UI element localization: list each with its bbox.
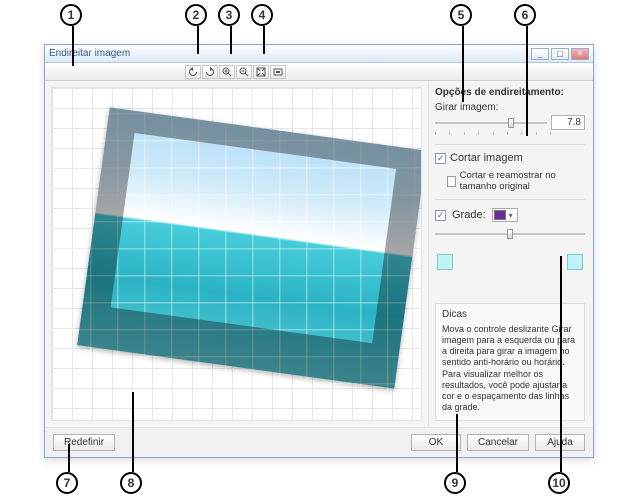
preview-area[interactable] <box>45 81 428 427</box>
actual-size-button[interactable] <box>270 65 286 79</box>
callout-7: 7 <box>56 472 78 494</box>
zoom-in-button[interactable] <box>219 65 235 79</box>
callout-leader <box>462 26 464 102</box>
callout-leader <box>72 26 74 66</box>
grid-spacing-slider[interactable] <box>435 228 585 240</box>
rotate-right-icon <box>205 67 215 77</box>
crop-label: Cortar imagem <box>450 152 523 164</box>
callout-10: 10 <box>548 472 570 494</box>
color-swatch-icon <box>494 210 506 220</box>
cancel-button[interactable]: Cancelar <box>467 434 529 451</box>
rotate-value[interactable]: 7.8 <box>551 115 585 130</box>
dialog-footer: Redefinir OK Cancelar Ajuda <box>45 427 593 457</box>
tips-body: Mova o controle deslizante Girar imagem … <box>442 324 578 414</box>
image-preview <box>77 107 422 388</box>
zoom-out-button[interactable] <box>236 65 252 79</box>
titlebar[interactable]: Endireitar imagem _ ▢ ✕ <box>45 45 593 63</box>
grid-dark-swatch[interactable] <box>567 254 583 270</box>
rotate-slider[interactable] <box>435 117 547 129</box>
options-panel: Opções de endireitamento: Girar imagem: … <box>428 81 593 427</box>
dialog-title: Endireitar imagem <box>49 48 531 59</box>
straighten-grid-overlay <box>51 87 422 410</box>
grid-color-dropdown[interactable]: ▾ <box>492 208 518 222</box>
grid-label: Grade: <box>452 209 486 221</box>
grid-light-swatch[interactable] <box>437 254 453 270</box>
toolbar <box>45 63 593 81</box>
rotate-left-button[interactable] <box>185 65 201 79</box>
callout-leader <box>132 392 134 472</box>
callout-leader <box>456 414 458 472</box>
callout-leader <box>560 256 562 472</box>
callout-3: 3 <box>218 4 240 26</box>
rotate-label: Girar imagem: <box>435 102 585 113</box>
zoom-in-icon <box>222 67 232 77</box>
grid-checkbox[interactable] <box>435 210 446 221</box>
callout-leader <box>526 26 528 136</box>
tips-panel: Dicas Mova o controle deslizante Girar i… <box>435 303 585 421</box>
canvas-grid <box>51 87 422 421</box>
crop-checkbox[interactable] <box>435 153 446 164</box>
tips-title: Dicas <box>442 309 578 322</box>
callout-4: 4 <box>251 4 273 26</box>
minimize-button[interactable]: _ <box>531 48 549 60</box>
callout-8: 8 <box>120 472 142 494</box>
callout-leader <box>197 26 199 54</box>
maximize-button[interactable]: ▢ <box>551 48 569 60</box>
callout-5: 5 <box>450 4 472 26</box>
zoom-out-icon <box>239 67 249 77</box>
options-title: Opções de endireitamento: <box>435 87 585 98</box>
actual-size-icon <box>273 67 283 77</box>
callout-6: 6 <box>514 4 536 26</box>
fit-icon <box>256 67 266 77</box>
straighten-dialog: Endireitar imagem _ ▢ ✕ <box>44 44 594 458</box>
rotate-left-icon <box>188 67 198 77</box>
callout-leader <box>230 26 232 54</box>
resample-label: Cortar e reamostrar no tamanho original <box>460 170 585 192</box>
reset-button[interactable]: Redefinir <box>53 434 115 451</box>
callout-leader <box>68 444 70 472</box>
callout-2: 2 <box>185 4 207 26</box>
callout-1: 1 <box>60 4 82 26</box>
resample-checkbox[interactable] <box>447 176 456 187</box>
fit-window-button[interactable] <box>253 65 269 79</box>
close-button[interactable]: ✕ <box>571 48 589 60</box>
callout-leader <box>263 26 265 54</box>
chevron-down-icon: ▾ <box>506 211 516 220</box>
callout-9: 9 <box>444 472 466 494</box>
ok-button[interactable]: OK <box>411 434 461 451</box>
rotate-right-button[interactable] <box>202 65 218 79</box>
